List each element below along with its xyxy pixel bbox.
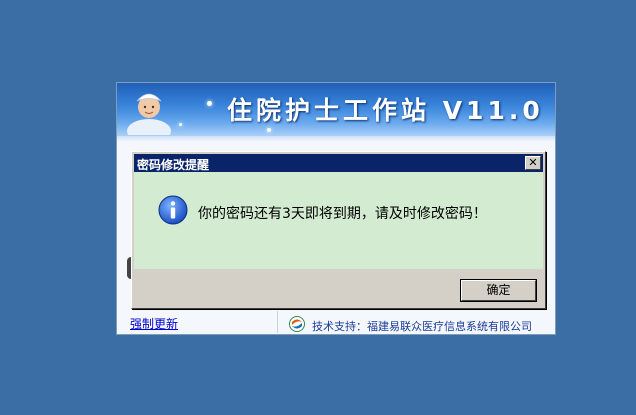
sparkle-decoration xyxy=(267,128,271,132)
password-reminder-dialog: 密码修改提醒 ✕ 你的密码还有3天即将到期，请及时修改密码！ 确定 xyxy=(131,151,546,309)
app-banner: 住院护士工作站 V11.0 xyxy=(117,83,555,136)
sparkle-decoration xyxy=(207,101,212,106)
nurse-avatar-icon xyxy=(127,93,171,135)
dialog-titlebar[interactable]: 密码修改提醒 ✕ xyxy=(134,154,543,172)
dialog-message: 你的密码还有3天即将到期，请及时修改密码！ xyxy=(198,206,487,222)
app-title: 住院护士工作站 V11.0 xyxy=(227,96,544,125)
sparkle-decoration xyxy=(179,123,182,126)
dialog-title: 密码修改提醒 xyxy=(137,158,210,172)
footer-divider xyxy=(277,311,278,333)
tech-support-text: 技术支持：福建易联众医疗信息系统有限公司 xyxy=(312,320,532,333)
banner-divider xyxy=(117,136,555,142)
close-button[interactable]: ✕ xyxy=(525,156,541,170)
company-logo-icon xyxy=(289,316,305,332)
desktop: { "login_window": { "title": "住院护士工作站 V1… xyxy=(0,0,636,415)
ok-button[interactable]: 确定 xyxy=(460,279,537,302)
force-update-link[interactable]: 强制更新 xyxy=(130,315,178,332)
message-area: 你的密码还有3天即将到期，请及时修改密码！ xyxy=(134,172,543,269)
info-icon xyxy=(158,195,188,225)
